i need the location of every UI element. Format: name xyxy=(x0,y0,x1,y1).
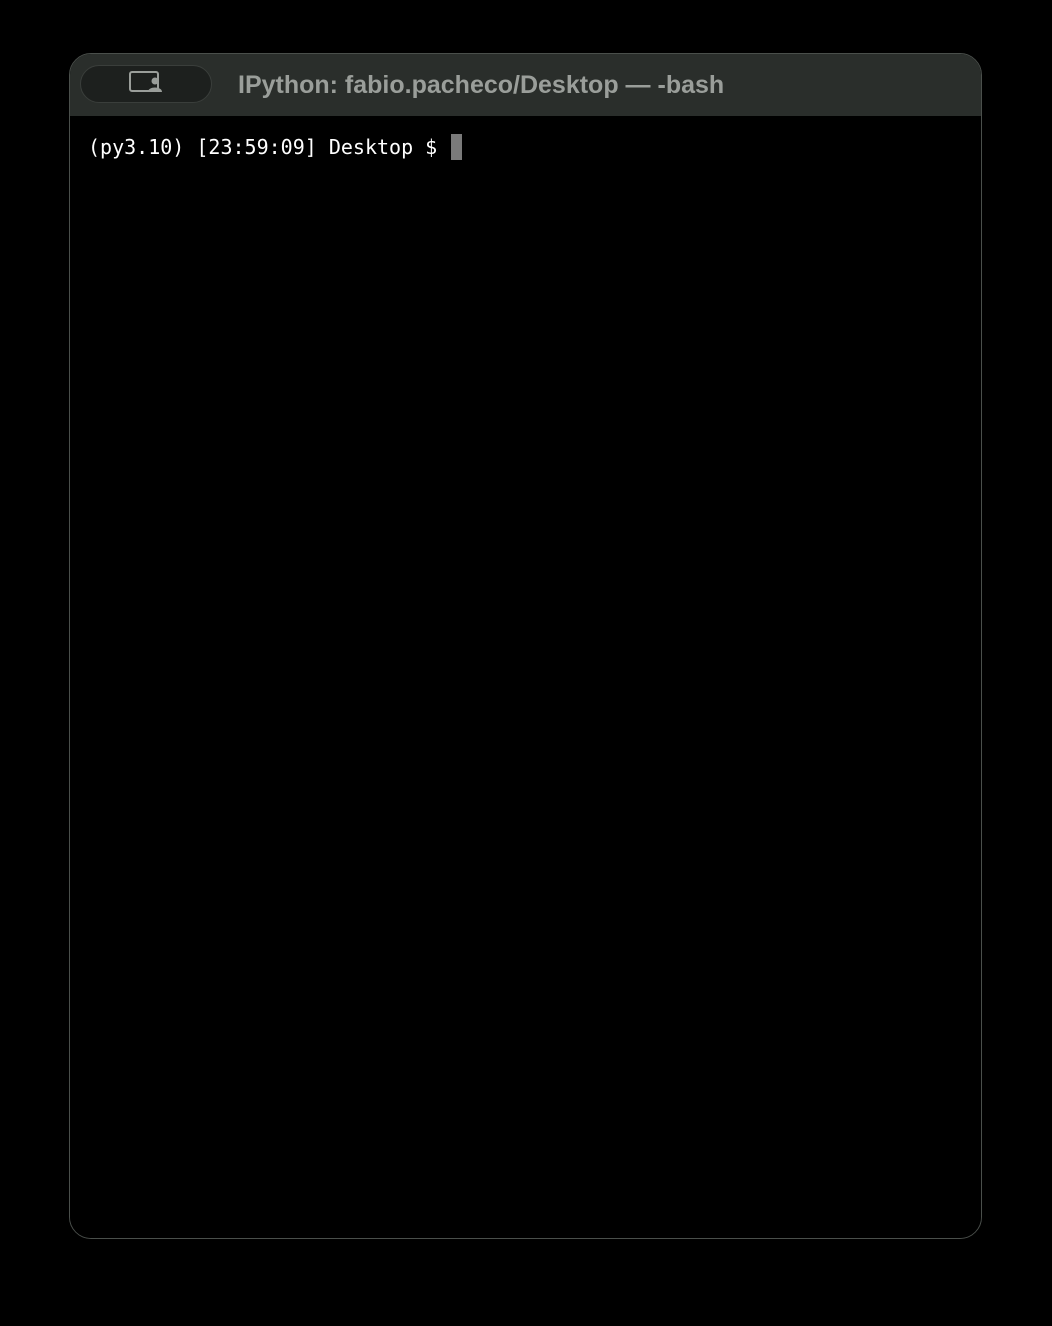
screen-share-button[interactable] xyxy=(80,65,212,103)
terminal-content[interactable]: (py3.10) [23:59:09] Desktop $ xyxy=(70,116,981,1238)
text-cursor xyxy=(451,134,463,160)
title-bar[interactable]: IPython: fabio.pacheco/Desktop — -bash xyxy=(70,54,981,117)
prompt-line: (py3.10) [23:59:09] Desktop $ xyxy=(88,134,463,160)
screen-share-icon xyxy=(128,70,164,99)
shell-prompt: (py3.10) [23:59:09] Desktop $ xyxy=(88,135,450,159)
terminal-window: IPython: fabio.pacheco/Desktop — -bash (… xyxy=(69,53,982,1239)
window-title: IPython: fabio.pacheco/Desktop — -bash xyxy=(238,71,725,99)
